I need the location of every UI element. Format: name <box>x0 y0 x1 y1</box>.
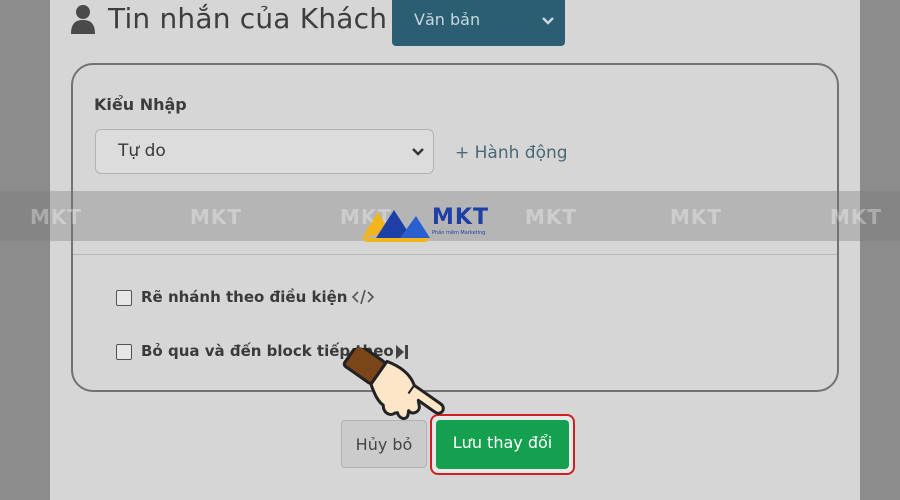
branch-checkbox-label: Rẽ nhánh theo điều kiện <box>141 288 348 306</box>
chevron-down-icon <box>412 148 424 156</box>
watermark-text: MKT <box>190 205 243 229</box>
logo-tagline: Phần mềm Marketing <box>432 230 486 236</box>
user-icon <box>71 5 95 34</box>
add-action-link[interactable]: + Hành động <box>455 143 568 163</box>
watermark-text: MKT <box>670 205 723 229</box>
pointing-hand-icon <box>342 348 445 420</box>
input-type-label: Kiểu Nhập <box>94 95 187 114</box>
watermark-text: MKT <box>830 205 883 229</box>
input-mode-value: Tự do <box>118 141 166 161</box>
input-mode-select[interactable]: Tự do <box>95 129 434 174</box>
save-button-label: Lưu thay đổi <box>436 420 569 469</box>
message-type-value: Văn bản <box>414 10 481 29</box>
branch-checkbox[interactable] <box>116 290 132 306</box>
code-icon[interactable] <box>352 289 374 305</box>
message-type-select[interactable]: Văn bản <box>392 0 565 46</box>
watermark-text: MKT <box>30 205 83 229</box>
section-divider <box>73 254 837 255</box>
logo-name: MKT <box>432 205 489 230</box>
page-title: Tin nhắn của Khách <box>108 2 388 35</box>
watermark-text: MKT <box>525 205 578 229</box>
chevron-down-icon <box>542 17 554 25</box>
skip-checkbox[interactable] <box>116 344 132 360</box>
